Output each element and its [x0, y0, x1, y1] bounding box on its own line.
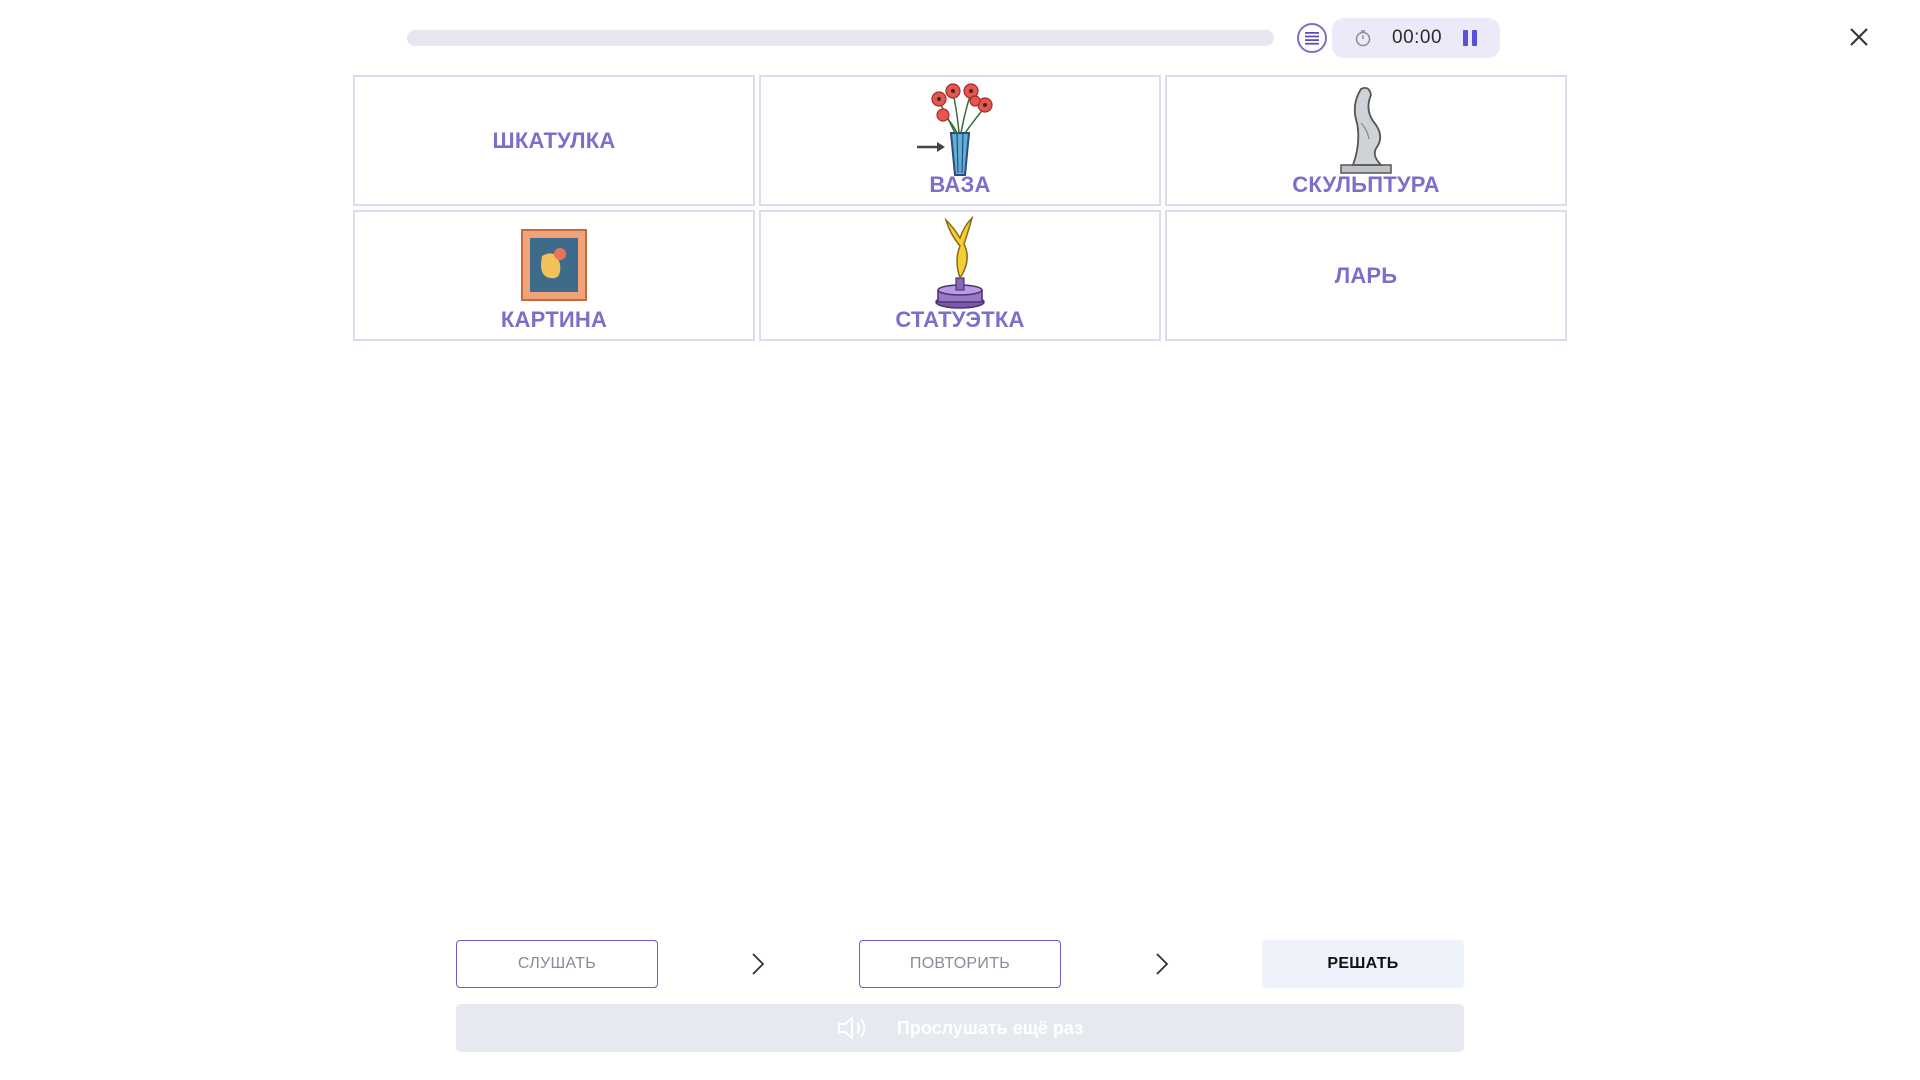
list-icon[interactable]: [1297, 23, 1327, 53]
card-statuetka[interactable]: СТАТУЭТКА: [759, 210, 1161, 341]
listen-again-label: Прослушать ещё раз: [896, 1017, 1084, 1038]
golden-statuette-image: [935, 216, 985, 309]
progress-bar: [407, 30, 1274, 46]
card-label: ВАЗА: [929, 172, 991, 197]
listen-again-button[interactable]: Прослушать ещё раз: [456, 1004, 1464, 1052]
card-kartina[interactable]: КАРТИНА: [353, 210, 755, 341]
stopwatch-icon: [1354, 29, 1372, 47]
card-label: ЛАРЬ: [1334, 262, 1398, 288]
close-icon[interactable]: [1846, 24, 1872, 50]
listen-step-button[interactable]: СЛУШАТЬ: [456, 940, 658, 988]
card-label: ШКАТУЛКА: [492, 127, 616, 153]
card-label: СКУЛЬПТУРА: [1292, 172, 1440, 197]
speaker-icon: [837, 1016, 869, 1040]
vase-with-flowers-image: [917, 83, 993, 176]
solve-step-button[interactable]: РЕШАТЬ: [1262, 940, 1464, 988]
answer-grid: ШКАТУЛКА ВАЗА СКУЛЬПТУРА КАРТИНА СТАТУЭТ…: [353, 75, 1568, 343]
framed-painting-image: [521, 229, 587, 301]
repeat-step-button[interactable]: ПОВТОРИТЬ: [859, 940, 1061, 988]
card-shkatulka[interactable]: ШКАТУЛКА: [353, 75, 755, 206]
chevron-right-icon: [752, 953, 765, 975]
card-skulptura[interactable]: СКУЛЬПТУРА: [1165, 75, 1567, 206]
chevron-right-icon: [1156, 953, 1169, 975]
card-label: КАРТИНА: [500, 307, 608, 332]
pause-icon[interactable]: [1460, 28, 1480, 48]
abstract-sculpture-image: [1340, 86, 1392, 174]
timer-pill: 00:00: [1332, 18, 1500, 58]
card-vaza[interactable]: ВАЗА: [759, 75, 1161, 206]
card-lar[interactable]: ЛАРЬ: [1165, 210, 1567, 341]
timer-text: 00:00: [1392, 27, 1443, 48]
card-label: СТАТУЭТКА: [895, 307, 1025, 332]
